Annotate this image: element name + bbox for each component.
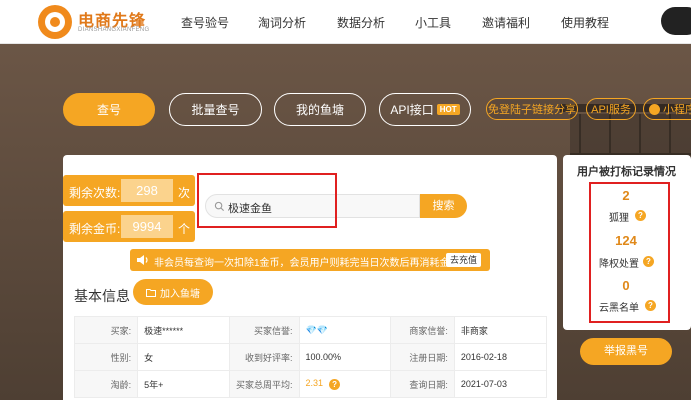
buyer-label: 买家: — [73, 316, 139, 344]
brand-subtitle: DIANSHANGXIANFENG — [78, 27, 150, 33]
notice-bar: 非会员每查询一次扣除1金币，会员用户则耗完当日次数后再消耗金币。 去充值 — [130, 249, 490, 271]
nav-item-keyword-analysis[interactable]: 淘词分析 — [258, 14, 306, 31]
mini-program-icon — [649, 103, 660, 115]
add-to-pond-label: 加入鱼塘 — [160, 288, 200, 300]
help-icon[interactable]: ? — [329, 378, 341, 390]
account-age-label: 淘龄: — [73, 370, 139, 398]
tab-api[interactable]: API接口 HOT — [379, 93, 471, 126]
nav-item-tools[interactable]: 小工具 — [415, 14, 451, 31]
record-highlight-box — [589, 182, 670, 323]
nav-item-check-account[interactable]: 查号验号 — [181, 14, 229, 31]
user-menu-button[interactable] — [661, 7, 691, 35]
register-date-value: 2016-02-18 — [453, 343, 548, 371]
remaining-coins-box: 剩余金币: 9994 个 — [63, 211, 195, 242]
weekly-average-value: 2.31 — [305, 378, 324, 389]
table-row: 性别: 女 收到好评率: 100.00% 注册日期: 2016-02-18 — [73, 343, 548, 371]
table-row: 买家: 极速****** 买家信誉: 💎💎 商家信誉: 非商家 — [73, 316, 548, 344]
seller-credit-value: 非商家 — [453, 316, 548, 344]
positive-rate-value: 100.00% — [298, 343, 392, 371]
speaker-icon — [137, 255, 148, 265]
basic-info-title: 基本信息 — [74, 288, 130, 304]
table-row: 淘龄: 5年+ 买家总周平均: 2.31? 查询日期: 2021-07-03 — [73, 370, 548, 398]
tab-mini-program-label: 小程序 — [663, 104, 691, 116]
gender-label: 性别: — [73, 343, 139, 371]
weekly-average-cell: 2.31? — [298, 370, 392, 398]
recharge-button[interactable]: 去充值 — [446, 253, 481, 267]
buyer-value: 极速****** — [137, 316, 230, 344]
tab-my-fish-pond[interactable]: 我的鱼塘 — [274, 93, 366, 126]
nav-item-tutorial[interactable]: 使用教程 — [561, 14, 609, 31]
top-navigation: 电商先锋 DIANSHANGXIANFENG 查号验号 淘词分析 数据分析 小工… — [0, 0, 691, 44]
flag-record-title: 用户被打标记录情况 — [577, 166, 676, 178]
remaining-count-box: 剩余次数: 298 次 — [63, 175, 195, 206]
remaining-coins-label: 剩余金币: — [69, 222, 121, 236]
add-to-pond-button[interactable]: 加入鱼塘 — [133, 279, 213, 305]
logo[interactable]: 电商先锋 DIANSHANGXIANFENG — [38, 5, 168, 39]
remaining-count-value: 298 — [121, 179, 173, 202]
gender-value: 女 — [137, 343, 230, 371]
tab-check-account[interactable]: 查号 — [63, 93, 155, 126]
seller-credit-label: 商家信誉: — [390, 316, 455, 344]
register-date-label: 注册日期: — [390, 343, 455, 371]
positive-rate-label: 收到好评率: — [229, 343, 300, 371]
nav-item-data-analysis[interactable]: 数据分析 — [337, 14, 385, 31]
tab-share-link[interactable]: 免登陆子链接分享 — [486, 98, 578, 120]
logo-icon — [38, 5, 72, 39]
tab-mini-program[interactable]: 小程序 — [643, 98, 691, 120]
buyer-credit-label: 买家信誉: — [229, 316, 300, 344]
folder-icon — [146, 288, 156, 297]
remaining-count-label: 剩余次数: — [69, 186, 121, 200]
account-age-value: 5年+ — [137, 370, 230, 398]
notice-text: 非会员每查询一次扣除1金币，会员用户则耗完当日次数后再消耗金币。 — [154, 258, 470, 269]
hot-badge: HOT — [436, 104, 460, 115]
search-button[interactable]: 搜索 — [420, 194, 467, 218]
tab-api-service[interactable]: API服务 — [586, 98, 636, 120]
weekly-average-label: 买家总周平均: — [229, 370, 300, 398]
search-highlight-box — [197, 173, 337, 228]
tab-api-label: API接口 — [390, 103, 434, 117]
remaining-coins-unit: 个 — [178, 222, 191, 236]
nav-item-invite-rewards[interactable]: 邀请福利 — [482, 14, 530, 31]
remaining-coins-value: 9994 — [121, 215, 173, 238]
query-date-value: 2021-07-03 — [453, 370, 548, 398]
remaining-count-unit: 次 — [178, 186, 191, 200]
basic-info-table: 买家: 极速****** 买家信誉: 💎💎 商家信誉: 非商家 性别: 女 收到… — [73, 316, 548, 398]
tab-batch-check[interactable]: 批量查号 — [169, 93, 262, 126]
query-date-label: 查询日期: — [390, 370, 455, 398]
buyer-credit-diamond-icon: 💎💎 — [298, 316, 392, 344]
report-blacklist-button[interactable]: 举报黑号 — [580, 338, 672, 365]
